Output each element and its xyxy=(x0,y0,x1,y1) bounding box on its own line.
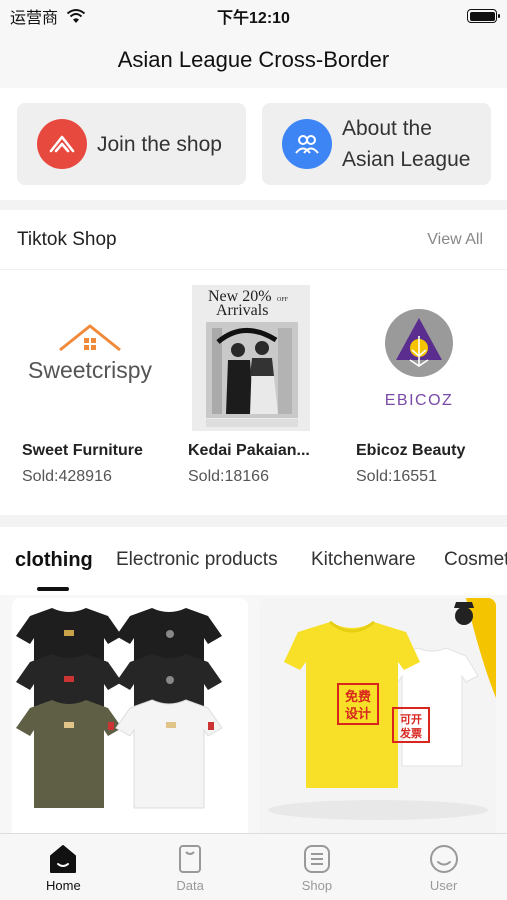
product-card[interactable]: 免费 设计 可开 发票 xyxy=(260,598,496,833)
ebicoz-logo-text: EBICOZ xyxy=(385,392,454,409)
tab-clothing[interactable]: clothing xyxy=(15,549,93,572)
category-tabs: clothing Electronic products Kitchenware… xyxy=(0,527,507,595)
poster-subheadline: Arrivals xyxy=(216,302,268,319)
stamp-free-design-line2: 设计 xyxy=(345,706,371,722)
about-league-button[interactable]: About the Asian League xyxy=(262,103,491,185)
active-tab-indicator xyxy=(37,587,69,591)
shop-name: Ebicoz Beauty xyxy=(356,442,466,459)
tab-cosmetics[interactable]: Cosmetics xyxy=(444,549,507,571)
shop-sold-count: Sold:16551 xyxy=(356,468,437,485)
tab-label: Shop xyxy=(301,878,333,893)
carrier-label: 运营商 xyxy=(10,10,59,27)
stamp-free-design-line1: 免费 xyxy=(345,689,371,705)
shop-icon xyxy=(303,845,330,873)
tab-electronic-products[interactable]: Electronic products xyxy=(116,549,278,571)
wifi-icon xyxy=(66,9,86,23)
page-title: Asian League Cross-Border xyxy=(117,47,390,72)
user-icon xyxy=(429,845,458,873)
join-shop-label: Join the shop xyxy=(97,132,222,156)
tab-user[interactable]: User xyxy=(380,834,507,900)
tab-shop[interactable]: Shop xyxy=(254,834,381,900)
tiktok-shop-section: Tiktok Shop View All Sweetcrispy Sweet F… xyxy=(0,210,507,515)
tab-data[interactable]: Data xyxy=(127,834,254,900)
sweetcrispy-logo: Sweetcrispy xyxy=(22,280,182,435)
shop-sold-count: Sold:18166 xyxy=(188,468,269,485)
quick-actions: Join the shop About the Asian League xyxy=(0,88,507,200)
shop-name: Sweet Furniture xyxy=(22,442,143,459)
about-league-label-line2: Asian League xyxy=(342,148,471,171)
battery-icon xyxy=(467,9,500,23)
about-league-label: About the Asian League xyxy=(342,113,470,175)
status-bar: 运营商 下午12:10 xyxy=(0,0,507,32)
home-icon xyxy=(50,845,77,873)
stamp-invoice-line2: 发票 xyxy=(399,726,422,740)
nav-bar: Asian League Cross-Border xyxy=(0,32,507,88)
category-section: clothing Electronic products Kitchenware… xyxy=(0,527,507,833)
yellow-white-tshirt-image: 免费 设计 可开 发票 xyxy=(260,598,496,833)
tab-home[interactable]: Home xyxy=(0,834,127,900)
sweetcrispy-logo-text: Sweetcrispy xyxy=(28,357,152,383)
tab-label: Data xyxy=(176,878,204,893)
tab-kitchenware[interactable]: Kitchenware xyxy=(311,549,416,571)
ebicoz-logo: EBICOZ xyxy=(356,280,507,435)
join-shop-button[interactable]: Join the shop xyxy=(17,103,246,185)
view-all-link[interactable]: View All xyxy=(427,231,483,249)
tab-label: User xyxy=(429,878,458,893)
fashion-poster-image: New 20% OFF Arrivals xyxy=(192,285,310,431)
about-league-label-line1: About the xyxy=(342,117,432,140)
shop-name: Kedai Pakaian... xyxy=(188,442,310,459)
product-card[interactable] xyxy=(12,598,248,833)
tab-label: Home xyxy=(46,878,81,893)
join-shop-icon xyxy=(37,119,87,169)
people-icon xyxy=(282,119,332,169)
data-icon xyxy=(179,845,202,873)
poster-badge: OFF xyxy=(277,297,289,303)
tshirt-grid-image xyxy=(12,598,248,833)
shop-sold-count: Sold:428916 xyxy=(22,468,112,485)
tiktok-shop-header: Tiktok Shop View All xyxy=(0,210,507,270)
status-left: 运营商 xyxy=(10,4,86,28)
section-title: Tiktok Shop xyxy=(17,228,117,250)
stamp-invoice-line1: 可开 xyxy=(400,713,422,726)
bottom-tab-bar: Home Data Shop User xyxy=(0,833,507,900)
